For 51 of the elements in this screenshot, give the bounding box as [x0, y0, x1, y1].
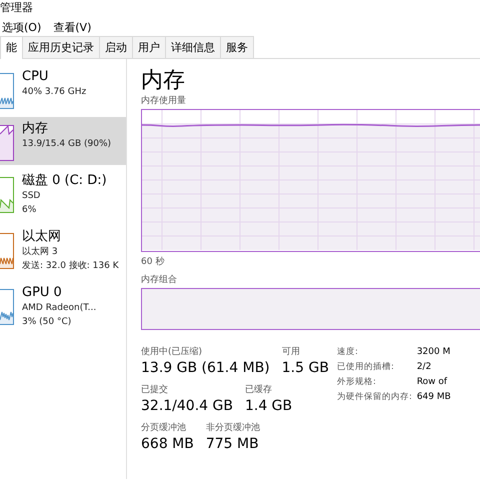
detail-value: Row of: [416, 376, 448, 389]
sidebar-item[interactable]: CPU 40% 3.76 GHz: [0, 65, 126, 113]
window-title: 管理器: [0, 0, 34, 16]
device-detail: 以太网 3: [22, 246, 59, 259]
detail-value: 649 MB: [416, 391, 451, 404]
sidebar-item[interactable]: 内存 13.9/15.4 GB (90%): [0, 117, 126, 165]
device-detail: SSD: [22, 190, 42, 203]
tab[interactable]: 用户: [132, 36, 166, 58]
page-title: 内存: [141, 67, 186, 95]
detail-value: 2/2: [416, 361, 432, 374]
menu-item[interactable]: 查看(V): [53, 20, 92, 34]
sidebar-item[interactable]: GPU 0 AMD Radeon(T... 3% (50 °C): [0, 281, 126, 333]
sidebar-item[interactable]: 磁盘 0 (C: D:) SSD 6%: [0, 169, 126, 221]
tab[interactable]: 启动: [99, 36, 133, 58]
stat-value: 32.1/40.4 GB: [141, 397, 233, 416]
stat-value: 668 MB: [141, 435, 194, 454]
stat-label: 分页缓冲池: [141, 422, 187, 434]
detail-label: 为硬件保留的内存:: [336, 391, 412, 404]
chart-label: 内存使用量: [141, 95, 187, 107]
device-detail: AMD Radeon(T...: [22, 302, 96, 315]
tab[interactable]: 能: [0, 36, 23, 59]
device-detail: 13.9/15.4 GB (90%): [22, 138, 112, 151]
device-detail: 3% (50 °C): [22, 316, 72, 329]
device-name: GPU 0: [22, 285, 63, 301]
stat-label: 已缓存: [244, 384, 273, 396]
stat-value: 775 MB: [206, 435, 260, 454]
tab[interactable]: 应用历史记录: [22, 36, 100, 58]
detail-value: 3200 M: [416, 346, 451, 359]
stat-label: 可用: [282, 346, 301, 358]
device-detail: 发送: 32.0 接收: 136 K: [22, 260, 119, 273]
time-label: 60 秒: [141, 256, 166, 268]
stat-value: 1.5 GB: [282, 359, 329, 378]
tab[interactable]: 详细信息: [165, 36, 221, 58]
device-name: 内存: [22, 121, 49, 137]
stat-value: 13.9 GB (61.4 MB): [141, 359, 270, 378]
menu-item[interactable]: 选项(O): [2, 20, 42, 34]
stat-label: 已提交: [141, 384, 169, 396]
device-name: 以太网: [22, 229, 62, 245]
detail-label: 速度:: [336, 346, 359, 359]
device-detail: 6%: [22, 204, 38, 217]
tab[interactable]: 服务: [220, 36, 254, 58]
device-detail: 40% 3.76 GHz: [22, 86, 86, 99]
stat-label: 非分页缓冲池: [206, 422, 260, 434]
detail-label: 外形规格:: [336, 376, 377, 389]
device-name: 磁盘 0 (C: D:): [22, 173, 107, 189]
stat-value: 1.4 GB: [244, 397, 292, 416]
sidebar-item[interactable]: 以太网 以太网 3 发送: 32.0 接收: 136 K: [0, 225, 126, 277]
device-name: CPU: [22, 69, 50, 85]
stat-label: 使用中(已压缩): [141, 346, 204, 358]
detail-label: 已使用的插槽:: [336, 361, 395, 374]
chart-label: 内存组合: [141, 274, 178, 286]
